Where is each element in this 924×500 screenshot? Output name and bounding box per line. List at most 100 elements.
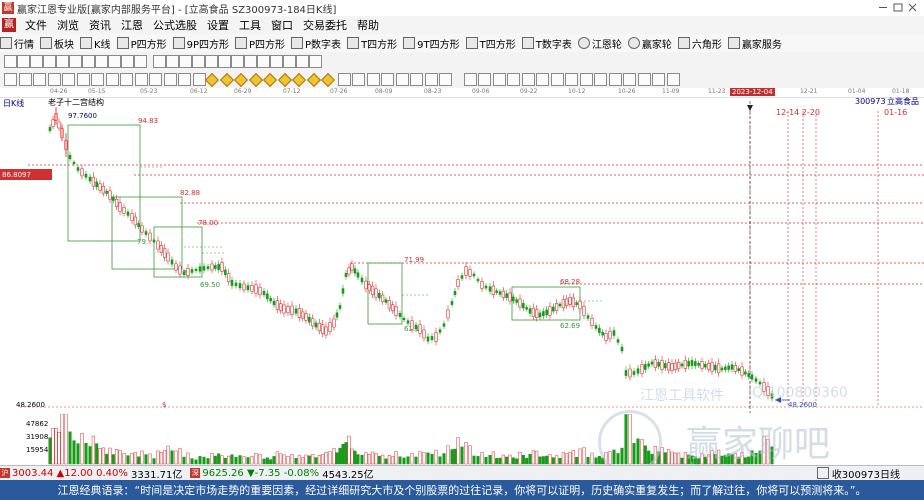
analysis-tool-icon[interactable] [424,73,438,86]
drawing-tool-icon[interactable] [17,55,30,68]
tb-quote-button[interactable]: 行情 [0,36,34,51]
drawing-tool-icon[interactable] [43,55,56,68]
drawing-tool-icon[interactable] [309,55,322,68]
analysis-tool-icon[interactable] [623,73,636,86]
tb-winner-wheel-button[interactable]: 赢家轮 [627,36,672,51]
analysis-tool-icon[interactable] [76,73,90,86]
analysis-tool-icon[interactable] [666,73,680,86]
drawing-tool-icon[interactable] [56,55,69,68]
analysis-tool-icon[interactable] [134,73,148,86]
analysis-tool-icon[interactable] [478,73,491,86]
drawing-tool-icon[interactable] [108,55,121,68]
analysis-tool-icon[interactable] [463,73,477,86]
tb-t-square-button[interactable]: T四方形 [347,36,397,51]
analysis-tool-icon[interactable] [565,73,578,86]
analysis-tool-icon[interactable] [381,73,394,86]
tb-kline-button[interactable]: K线 [80,36,111,51]
tb-hexagon-button[interactable]: 六角形 [677,36,722,51]
menu-file[interactable]: 文件 [20,17,52,33]
analysis-tool-icon[interactable] [608,73,622,86]
candle-body [371,285,375,295]
analysis-tool-icon[interactable] [163,73,177,86]
analysis-tool-icon[interactable] [277,72,292,88]
drawing-tool-icon[interactable] [231,55,244,68]
drawing-tool-icon[interactable] [166,55,179,68]
analysis-tool-icon[interactable] [233,72,249,88]
drawing-tool-icon[interactable] [257,55,270,68]
current-stock-status[interactable]: 收300973日线 [816,466,900,481]
analysis-tool-icon[interactable] [395,73,409,86]
analysis-tool-icon[interactable] [105,73,119,86]
tb-sector-button[interactable]: 板块 [40,36,74,51]
drawing-tool-icon[interactable] [30,55,43,68]
menu-formula[interactable]: 公式选股 [148,17,202,33]
drawing-tool-icon[interactable] [205,55,218,68]
analysis-tool-icon[interactable] [178,73,191,86]
drawing-tool-icon[interactable] [270,55,283,68]
analysis-tool-icon[interactable] [291,72,307,88]
analysis-tool-icon[interactable] [637,73,651,86]
analysis-tool-icon[interactable] [4,73,17,86]
menu-info[interactable]: 资讯 [84,17,116,33]
analysis-tool-icon[interactable] [91,73,104,86]
analysis-tool-icon[interactable] [652,73,665,86]
index-sz[interactable]: 深 9625.26 ▼ -7.35 -0.08% 4543.25亿 [190,466,374,481]
drawing-tool-icon[interactable] [82,55,95,68]
analysis-tool-icon[interactable] [337,73,351,86]
drawing-tool-icon[interactable] [244,55,257,68]
drawing-tool-icon[interactable] [134,55,147,68]
analysis-tool-icon[interactable] [492,73,506,86]
analysis-tool-icon[interactable] [306,72,321,88]
drawing-tool-icon[interactable] [4,55,17,68]
analysis-tool-icon[interactable] [120,73,133,86]
analysis-tool-icon[interactable] [47,73,61,86]
tb-service-button[interactable]: 赢家服务 [727,36,782,51]
analysis-tool-icon[interactable] [439,73,452,86]
analysis-tool-icon[interactable] [410,73,423,86]
tb-9p-square-button[interactable]: 9P四方形 [172,36,229,51]
analysis-tool-icon[interactable] [536,73,549,86]
menu-trade[interactable]: 交易委托 [298,17,352,33]
drawing-tool-icon[interactable] [192,55,205,68]
analysis-tool-icon[interactable] [149,73,162,86]
drawing-tool-icon[interactable] [283,55,296,68]
drawing-tool-icon[interactable] [153,55,166,68]
window-controls[interactable] [878,2,918,14]
analysis-tool-icon[interactable] [18,73,32,86]
analysis-tool-icon[interactable] [366,73,380,86]
tb-9t-square-button[interactable]: 9T四方形 [403,36,460,51]
analysis-tool-icon[interactable] [521,73,535,86]
analysis-tool-icon[interactable] [248,72,263,88]
tb-p-table-button[interactable]: P数字表 [291,36,341,51]
drawing-tool-icon[interactable] [218,55,231,68]
tb-gann-wheel-button[interactable]: 江恩轮 [577,36,622,51]
tb-p-square2-button[interactable]: P四方形 [235,36,285,51]
menu-tools[interactable]: 工具 [234,17,266,33]
menu-help[interactable]: 帮助 [352,17,384,33]
tb-t-table-button[interactable]: T数字表 [521,36,572,51]
drawing-tool-icon[interactable] [95,55,108,68]
menu-settings[interactable]: 设置 [202,17,234,33]
analysis-tool-icon[interactable] [204,72,220,88]
analysis-tool-icon[interactable] [262,72,278,88]
analysis-tool-icon[interactable] [579,73,593,86]
analysis-tool-icon[interactable] [507,73,520,86]
analysis-tool-icon[interactable] [594,73,607,86]
analysis-tool-icon[interactable] [33,73,46,86]
analysis-tool-icon[interactable] [219,72,234,88]
index-sh[interactable]: 沪 3003.44 ▲ 12.00 0.40% 3331.71亿 [0,466,182,481]
tb-p-square-button[interactable]: P四方形 [116,36,167,51]
drawing-tool-icon[interactable] [179,55,192,68]
analysis-tool-icon[interactable] [62,73,75,86]
menu-window[interactable]: 窗口 [266,17,298,33]
analysis-tool-icon[interactable] [550,73,564,86]
analysis-tool-icon[interactable] [352,73,365,86]
menu-browse[interactable]: 浏览 [52,17,84,33]
drawing-tool-icon[interactable] [69,55,82,68]
tb-t-square2-button[interactable]: T四方形 [465,36,516,51]
kline-chart[interactable]: 日K线 老子十二宫结构 300973 立高食品 12-14 2-20 01-16… [0,97,924,413]
menu-gann[interactable]: 江恩 [116,17,148,33]
analysis-tool-icon[interactable] [320,72,336,88]
drawing-tool-icon[interactable] [121,55,134,68]
drawing-tool-icon[interactable] [296,55,309,68]
